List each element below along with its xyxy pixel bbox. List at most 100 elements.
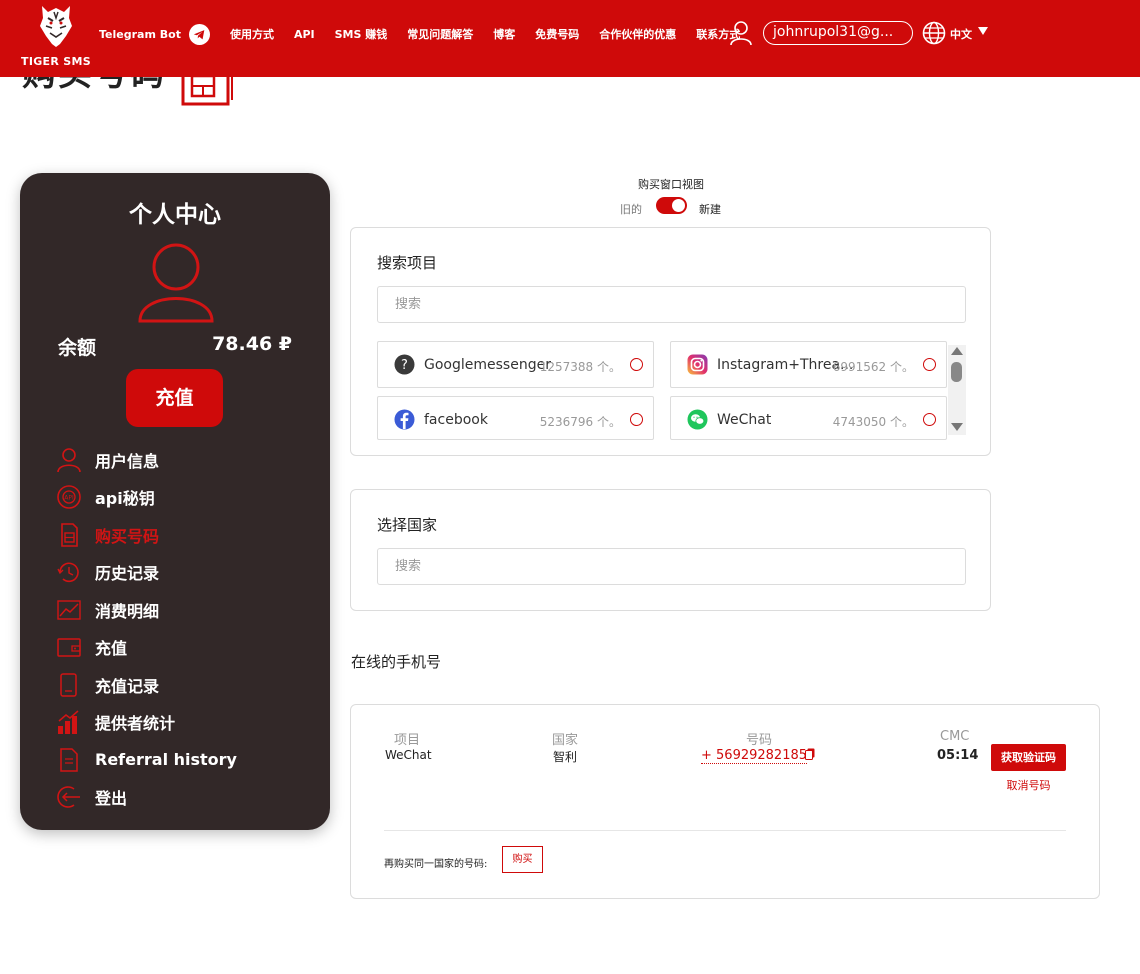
rebuy-button[interactable]: 购买 xyxy=(502,846,543,873)
service-radio[interactable] xyxy=(630,358,643,371)
chevron-down-icon[interactable] xyxy=(978,27,988,35)
sidebar-item-label: 购买号码 xyxy=(95,526,160,546)
switch-knob xyxy=(672,199,685,212)
api-icon: API xyxy=(57,485,81,510)
sidebar-item-label: 用户信息 xyxy=(95,451,160,471)
scroll-thumb[interactable] xyxy=(951,362,962,382)
sidebar-item-top-up-history[interactable]: 充值记录 xyxy=(56,666,316,704)
sidebar-item-top-up[interactable]: 充值 xyxy=(56,629,316,667)
service-radio[interactable] xyxy=(923,413,936,426)
service-radio[interactable] xyxy=(923,358,936,371)
service-count: 5236796 个。 xyxy=(539,415,621,429)
service-name: WeChat xyxy=(717,412,772,428)
cancel-number-link[interactable]: 取消号码 xyxy=(991,777,1066,793)
tiger-logo-icon xyxy=(40,6,72,47)
balance-label: 余额 xyxy=(58,337,97,359)
nav-telegram-bot[interactable]: Telegram Bot xyxy=(99,23,210,45)
nav-usage[interactable]: 使用方式 xyxy=(230,26,274,42)
scroll-up-arrow-icon[interactable] xyxy=(951,347,963,355)
nav-label: 免费号码 xyxy=(535,28,580,41)
phone-number-link[interactable]: + 56929282185 xyxy=(701,748,808,764)
instagram-icon xyxy=(687,354,708,375)
nav-label: SMS 赚钱 xyxy=(334,28,388,41)
chart-line-icon xyxy=(57,600,81,620)
column-header-number: 号码 xyxy=(746,733,773,748)
wallet-icon xyxy=(57,638,81,657)
online-numbers-title: 在线的手机号 xyxy=(351,653,442,671)
svg-text:?: ? xyxy=(401,358,408,373)
divider xyxy=(384,830,1066,831)
column-header-service: 项目 xyxy=(394,733,421,748)
service-search-input[interactable]: 搜索 xyxy=(377,286,966,323)
telegram-icon xyxy=(188,23,210,45)
sidebar-item-user-info[interactable]: 用户信息 xyxy=(56,441,316,479)
service-item-facebook[interactable]: facebook 5236796 个。 xyxy=(377,396,654,440)
sidebar-menu: 用户信息 API api秘钥 购买号码 历史记录 消费明细 充值 充值记录 提供… xyxy=(56,441,316,816)
sidebar-item-label: 历史记录 xyxy=(95,564,160,584)
sidebar-item-history[interactable]: 历史记录 xyxy=(56,554,316,592)
nav-label: 常见问题解答 xyxy=(407,28,474,41)
service-name: facebook xyxy=(424,412,488,428)
globe-icon[interactable] xyxy=(922,21,946,45)
service-item-wechat[interactable]: WeChat 4743050 个。 xyxy=(670,396,947,440)
nav-api[interactable]: API xyxy=(294,28,315,41)
view-new-label: 新建 xyxy=(699,203,721,216)
sidebar-item-buy-number[interactable]: 购买号码 xyxy=(56,516,316,554)
country-search-input[interactable]: 搜索 xyxy=(377,548,966,585)
column-header-country: 国家 xyxy=(552,733,579,748)
sidebar-item-logout[interactable]: 登出 xyxy=(56,779,316,817)
nav-sms-earn[interactable]: SMS 赚钱 xyxy=(335,26,388,42)
history-icon xyxy=(57,562,79,583)
main-nav: Telegram Bot 使用方式 API SMS 赚钱 常见问题解答 博客 免… xyxy=(99,22,760,46)
sidebar-item-api-key[interactable]: API api秘钥 xyxy=(56,479,316,517)
logo-text: TIGER SMS xyxy=(21,55,91,68)
service-count: 1257388 个。 xyxy=(539,360,621,374)
row-country: 智利 xyxy=(553,750,578,764)
nav-label: Telegram Bot xyxy=(99,27,181,41)
service-list-scrollbar[interactable] xyxy=(948,345,966,435)
sidebar-item-label: 登出 xyxy=(95,789,128,809)
sidebar-item-label: 充值 xyxy=(95,639,128,659)
nav-partner-offers[interactable]: 合作伙伴的优惠 xyxy=(599,26,676,42)
rebuy-label: 再购买同一国家的号码: xyxy=(384,859,488,870)
logo[interactable]: TIGER SMS xyxy=(20,2,92,68)
receipt-icon xyxy=(60,673,77,697)
sim-card-icon xyxy=(61,522,78,547)
nav-label: API xyxy=(293,27,315,41)
user-account-icon[interactable] xyxy=(729,20,753,46)
language-selector[interactable]: 中文 xyxy=(950,26,972,42)
sidebar-item-provider-stats[interactable]: 提供者统计 xyxy=(56,704,316,742)
service-item-instagram[interactable]: Instagram+Threa... 6991562 个。 xyxy=(670,341,947,388)
user-icon xyxy=(57,447,81,472)
nav-blog[interactable]: 博客 xyxy=(493,26,515,42)
sidebar-item-label: 提供者统计 xyxy=(95,714,176,734)
sidebar-item-referral-history[interactable]: Referral history xyxy=(56,741,316,779)
balance-value: 78.46 ₽ xyxy=(212,333,292,355)
online-numbers-card: 项目 国家 号码 CMC WeChat 智利 + 56929282185 05:… xyxy=(350,704,1100,899)
sidebar-item-label: api秘钥 xyxy=(95,489,155,509)
logout-icon xyxy=(57,786,80,808)
nav-faq[interactable]: 常见问题解答 xyxy=(407,26,473,42)
avatar-icon xyxy=(138,243,214,323)
column-header-cmc: CMC xyxy=(940,729,970,744)
countdown-timer: 05:14 xyxy=(937,748,979,763)
get-code-button[interactable]: 获取验证码 xyxy=(991,744,1066,771)
nav-free-numbers[interactable]: 免费号码 xyxy=(535,26,579,42)
service-count: 4743050 个。 xyxy=(832,415,914,429)
select-country-title: 选择国家 xyxy=(377,516,438,534)
top-up-button[interactable]: 充值 xyxy=(126,369,223,427)
copy-icon[interactable] xyxy=(805,748,815,760)
svg-text:API: API xyxy=(64,495,74,502)
account-email-button[interactable]: johnrupol31@g... xyxy=(763,21,913,45)
search-service-card: 搜索项目 搜索 ? Googlemessenger 1257388 个。 Ins… xyxy=(350,227,991,456)
search-service-title: 搜索项目 xyxy=(377,254,438,272)
page: TIGER SMS Telegram Bot 使用方式 API SMS 赚钱 常… xyxy=(0,0,1140,974)
top-navigation-bar: TIGER SMS Telegram Bot 使用方式 API SMS 赚钱 常… xyxy=(0,0,1140,77)
service-item-googlemessenger[interactable]: ? Googlemessenger 1257388 个。 xyxy=(377,341,654,388)
view-toggle-switch[interactable] xyxy=(656,197,687,214)
service-radio[interactable] xyxy=(630,413,643,426)
scroll-down-arrow-icon[interactable] xyxy=(951,423,963,431)
sidebar-item-spending[interactable]: 消费明细 xyxy=(56,591,316,629)
sidebar-item-label: 充值记录 xyxy=(95,676,160,696)
sidebar-item-label: 消费明细 xyxy=(95,601,160,621)
